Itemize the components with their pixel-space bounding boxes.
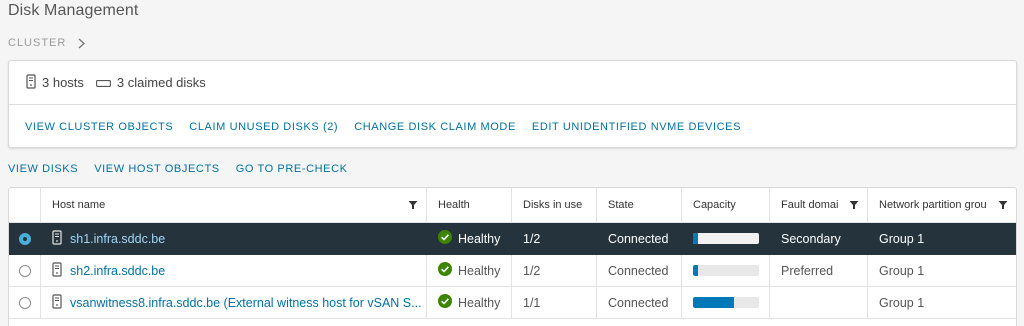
claimed-disks-count: 3 claimed disks (116, 75, 206, 90)
hosts-stat: 3 hosts (26, 73, 84, 92)
server-icon (52, 229, 62, 248)
row-select-cell (9, 287, 41, 318)
network-partition-cell: Group 1 (879, 231, 925, 246)
host-cell: vsanwitness8.infra.sddc.be (External wit… (41, 287, 427, 318)
column-state-label: State (608, 199, 634, 211)
server-icon (52, 293, 62, 312)
breadcrumb-cluster[interactable]: CLUSTER (8, 37, 66, 49)
state-cell: Connected (597, 287, 682, 318)
capacity-fill (693, 233, 699, 244)
health-cell: Healthy (427, 255, 512, 286)
column-fault-domain[interactable]: Fault domai (770, 188, 868, 222)
filter-icon[interactable] (849, 200, 859, 213)
health-cell: Healthy (427, 223, 512, 254)
edit-nvme-devices-button[interactable]: EDIT UNIDENTIFIED NVME DEVICES (532, 121, 741, 133)
view-cluster-objects-button[interactable]: VIEW CLUSTER OBJECTS (25, 121, 173, 133)
view-disks-button[interactable]: VIEW DISKS (8, 163, 78, 175)
check-circle-icon (438, 262, 452, 279)
health-status: Healthy (458, 263, 501, 278)
go-to-pre-check-button[interactable]: GO TO PRE-CHECK (236, 163, 348, 175)
column-network-label: Network partition grou (879, 199, 987, 211)
row-select-cell (9, 223, 41, 254)
capacity-cell (682, 223, 770, 254)
capacity-fill (693, 297, 734, 308)
column-disks-label: Disks in use (523, 199, 583, 211)
host-link[interactable]: sh1.infra.sddc.be (70, 232, 165, 246)
host-cell: sh1.infra.sddc.be (41, 223, 427, 254)
network-partition-cell: Group 1 (879, 263, 925, 278)
capacity-bar (693, 233, 759, 244)
host-link[interactable]: sh2.infra.sddc.be (70, 264, 165, 278)
health-status: Healthy (458, 295, 501, 310)
capacity-cell (682, 255, 770, 286)
filter-icon[interactable] (998, 200, 1008, 213)
disks-cell: 1/1 (512, 287, 597, 318)
check-circle-icon (438, 294, 452, 311)
disks-stat: 3 claimed disks (95, 75, 206, 90)
column-network-partition[interactable]: Network partition grou (868, 188, 1016, 222)
breadcrumb: CLUSTER (8, 37, 86, 49)
health-status: Healthy (458, 231, 501, 246)
view-host-objects-button[interactable]: VIEW HOST OBJECTS (94, 163, 220, 175)
grid-header: Host name Health Disks in use State Capa… (9, 188, 1016, 223)
filter-icon[interactable] (408, 200, 418, 213)
network-partition-cell: Group 1 (879, 295, 925, 310)
claim-unused-disks-button[interactable]: CLAIM UNUSED DISKS (2) (189, 121, 338, 133)
hosts-grid: Host name Health Disks in use State Capa… (8, 187, 1017, 326)
host-actions: VIEW DISKS VIEW HOST OBJECTS GO TO PRE-C… (8, 163, 364, 175)
capacity-bar (693, 265, 759, 276)
fault-domain-cell (770, 287, 868, 318)
column-health-label: Health (438, 199, 470, 211)
fault-domain-cell: Secondary (770, 223, 868, 254)
column-capacity[interactable]: Capacity (682, 188, 770, 222)
row-select-cell (9, 255, 41, 286)
server-icon (52, 261, 62, 280)
disk-icon (95, 75, 111, 90)
row-radio[interactable] (18, 296, 31, 309)
column-capacity-label: Capacity (693, 199, 736, 211)
select-column-header (9, 188, 41, 222)
column-health[interactable]: Health (427, 188, 512, 222)
column-host-name[interactable]: Host name (41, 188, 427, 222)
disks-cell: 1/2 (512, 255, 597, 286)
column-fault-label: Fault domai (781, 199, 839, 211)
page-title: Disk Management (8, 2, 139, 19)
chevron-right-icon (78, 37, 86, 49)
row-radio[interactable] (18, 264, 31, 277)
hosts-count: 3 hosts (42, 75, 84, 90)
capacity-cell (682, 287, 770, 318)
health-cell: Healthy (427, 287, 512, 318)
state-cell: Connected (597, 255, 682, 286)
column-state[interactable]: State (597, 188, 682, 222)
host-link[interactable]: vsanwitness8.infra.sddc.be (External wit… (70, 296, 422, 310)
column-disks-in-use[interactable]: Disks in use (512, 188, 597, 222)
change-disk-claim-mode-button[interactable]: CHANGE DISK CLAIM MODE (354, 121, 516, 133)
check-circle-icon (438, 230, 452, 247)
table-row[interactable]: sh1.infra.sddc.be Healthy 1/2 Connected … (9, 223, 1016, 255)
summary-stats: 3 hosts 3 claimed disks (9, 61, 1016, 105)
state-cell: Connected (597, 223, 682, 254)
capacity-fill (693, 265, 699, 276)
cluster-actions: VIEW CLUSTER OBJECTS CLAIM UNUSED DISKS … (9, 105, 1016, 148)
capacity-bar (693, 297, 759, 308)
table-row[interactable]: vsanwitness8.infra.sddc.be (External wit… (9, 287, 1016, 319)
column-host-name-label: Host name (52, 199, 106, 211)
row-radio[interactable] (18, 232, 31, 245)
disks-cell: 1/2 (512, 223, 597, 254)
fault-domain-cell: Preferred (770, 255, 868, 286)
host-cell: sh2.infra.sddc.be (41, 255, 427, 286)
server-icon (26, 73, 36, 92)
summary-card: 3 hosts 3 claimed disks VIEW CLUSTER OBJ… (8, 60, 1017, 148)
table-row[interactable]: sh2.infra.sddc.be Healthy 1/2 Connected … (9, 255, 1016, 287)
